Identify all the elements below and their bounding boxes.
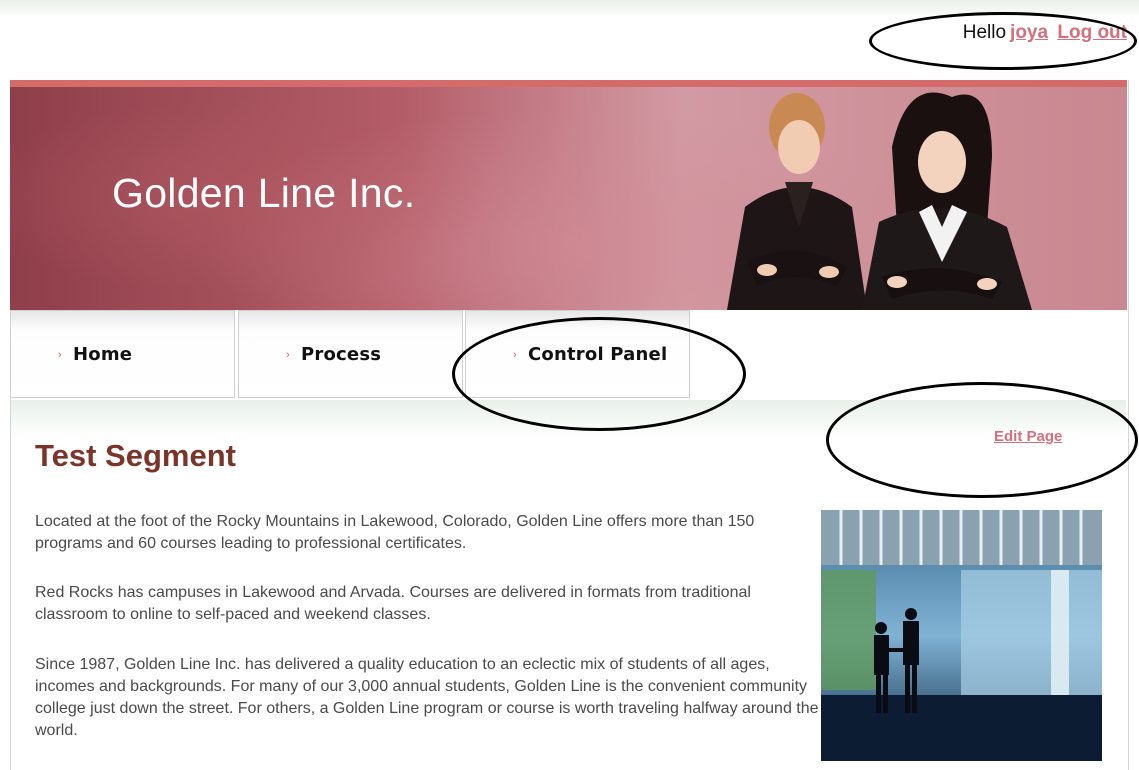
username-link[interactable]: joya [1010, 22, 1048, 43]
tab-home[interactable]: › Home [10, 310, 235, 398]
header-accent-line [10, 80, 1127, 87]
main-nav: › Home › Process › Control Panel [10, 310, 1127, 400]
tab-control-panel-label: Control Panel [528, 344, 668, 365]
greeting-text: Hello [962, 22, 1007, 43]
page-title: Test Segment [35, 438, 236, 473]
tab-arrow-icon: › [58, 349, 62, 361]
tab-home-label: Home [73, 344, 133, 365]
banner-people-image [727, 92, 1032, 310]
business-handshake-photo [821, 510, 1102, 761]
paragraph-2: Red Rocks has campuses in Lakewood and A… [35, 584, 751, 623]
site-banner: Golden Line Inc. [10, 87, 1127, 310]
tab-process-label: Process [301, 344, 382, 365]
paragraph-1: Located at the foot of the Rocky Mountai… [35, 513, 755, 552]
site-title: Golden Line Inc. [112, 170, 416, 216]
tab-control-panel[interactable]: › Control Panel [465, 310, 690, 398]
paragraph-3: Since 1987, Golden Line Inc. has deliver… [35, 656, 819, 739]
logout-link[interactable]: Log out [1057, 22, 1127, 43]
tab-arrow-icon: › [513, 349, 517, 361]
user-greeting: Hello joya Log out [963, 22, 1127, 44]
tab-arrow-icon: › [286, 349, 290, 361]
top-strip [0, 0, 1139, 14]
content-top-band [11, 400, 1126, 438]
tab-process[interactable]: › Process [238, 310, 463, 398]
edit-page-link[interactable]: Edit Page [994, 428, 1062, 445]
